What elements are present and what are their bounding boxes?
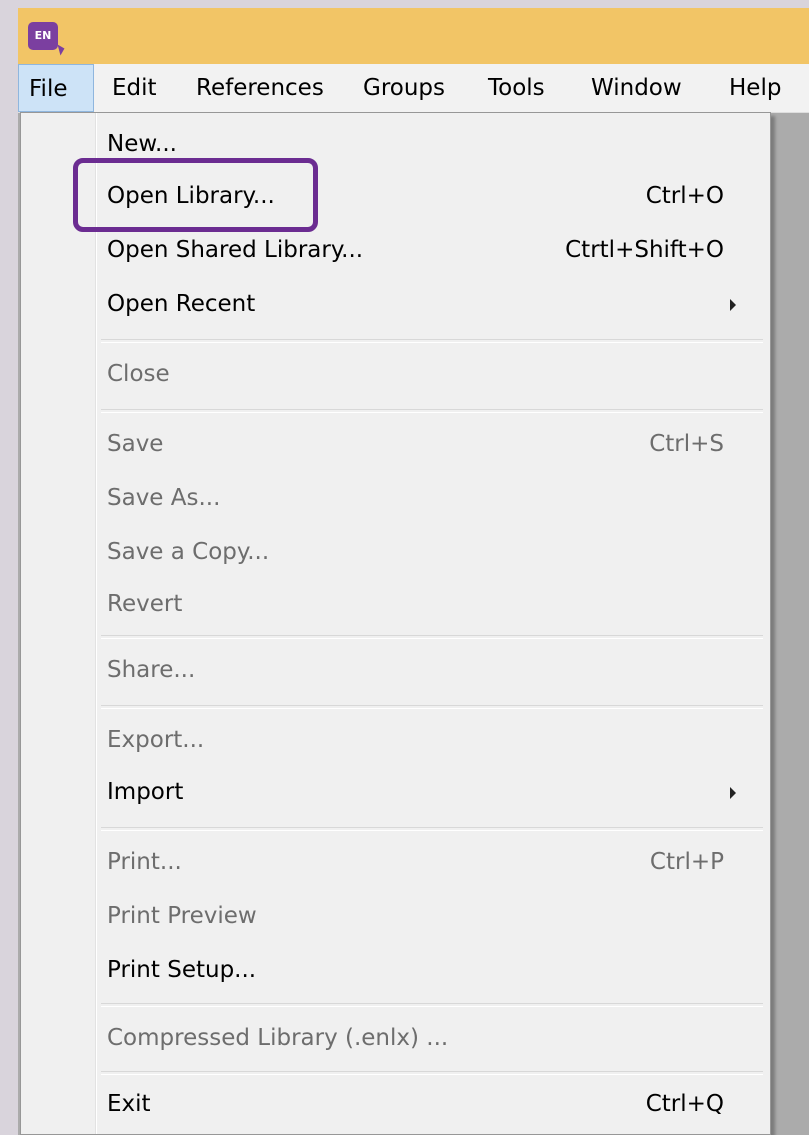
menu-item-save-as[interactable]: Save As... — [21, 471, 770, 525]
submenu-arrow-icon — [730, 299, 736, 311]
file-dropdown-menu: New... Open Library... Ctrl+O Open Share… — [20, 112, 771, 1135]
menu-item-compressed-library[interactable]: Compressed Library (.enlx) ... — [21, 1011, 770, 1065]
submenu-arrow-icon — [730, 787, 736, 799]
title-bar: EN — [18, 8, 809, 64]
menu-item-exit[interactable]: Exit Ctrl+Q — [21, 1077, 770, 1131]
menu-separator — [101, 409, 763, 413]
menu-edit[interactable]: Edit — [102, 64, 167, 112]
menu-item-label: Save a Copy... — [107, 539, 270, 565]
menu-item-label: Share... — [107, 657, 196, 683]
menu-references[interactable]: References — [186, 64, 334, 112]
menu-separator — [101, 705, 763, 709]
menu-item-shortcut: Ctrl+S — [649, 431, 724, 457]
menu-item-save[interactable]: Save Ctrl+S — [21, 417, 770, 471]
menu-item-save-a-copy[interactable]: Save a Copy... — [21, 525, 770, 579]
menu-item-share[interactable]: Share... — [21, 643, 770, 697]
menu-file[interactable]: File — [18, 64, 94, 112]
menu-item-print-setup[interactable]: Print Setup... — [21, 943, 770, 997]
menu-separator — [101, 827, 763, 831]
menu-item-shortcut: Ctrl+Q — [645, 1091, 724, 1117]
menu-item-label: Print Preview — [107, 903, 257, 929]
menu-item-print-preview[interactable]: Print Preview — [21, 889, 770, 943]
menu-item-label: Print... — [107, 849, 182, 875]
menu-item-label: Print Setup... — [107, 957, 257, 983]
menu-item-close[interactable]: Close — [21, 347, 770, 401]
open-library-highlight-box — [73, 158, 318, 232]
menu-item-open-recent[interactable]: Open Recent — [21, 277, 770, 331]
menu-item-export[interactable]: Export... — [21, 713, 770, 767]
menu-item-revert[interactable]: Revert — [21, 577, 770, 631]
menu-separator — [101, 1071, 763, 1075]
menu-item-label: Revert — [107, 591, 183, 617]
app-icon-label: EN — [34, 29, 52, 42]
endnote-app-icon[interactable]: EN — [28, 22, 65, 56]
menu-item-label: Compressed Library (.enlx) ... — [107, 1025, 449, 1051]
menu-item-shortcut: Ctrl+O — [645, 183, 724, 209]
menu-separator — [101, 1003, 763, 1007]
application-window: EN File Edit References Groups Tools Win… — [18, 8, 809, 1135]
menu-item-shortcut: Ctrl+P — [649, 849, 724, 875]
menu-item-label: Save — [107, 431, 164, 457]
menu-separator — [101, 635, 763, 639]
menu-item-label: Close — [107, 361, 170, 387]
menu-item-label: Exit — [107, 1091, 151, 1117]
menu-separator — [101, 339, 763, 343]
menu-help[interactable]: Help — [719, 64, 791, 112]
menu-item-import[interactable]: Import — [21, 765, 770, 819]
menu-item-print[interactable]: Print... Ctrl+P — [21, 835, 770, 889]
menu-item-label: Open Recent — [107, 291, 256, 317]
menu-item-label: Export... — [107, 727, 205, 753]
menu-item-shortcut: Ctrtl+Shift+O — [565, 237, 724, 263]
menu-groups[interactable]: Groups — [353, 64, 455, 112]
menu-item-label: Save As... — [107, 485, 221, 511]
menu-item-label: Import — [107, 779, 184, 805]
menu-tools[interactable]: Tools — [478, 64, 555, 112]
menu-window[interactable]: Window — [581, 64, 692, 112]
menu-bar: File Edit References Groups Tools Window… — [18, 64, 809, 113]
